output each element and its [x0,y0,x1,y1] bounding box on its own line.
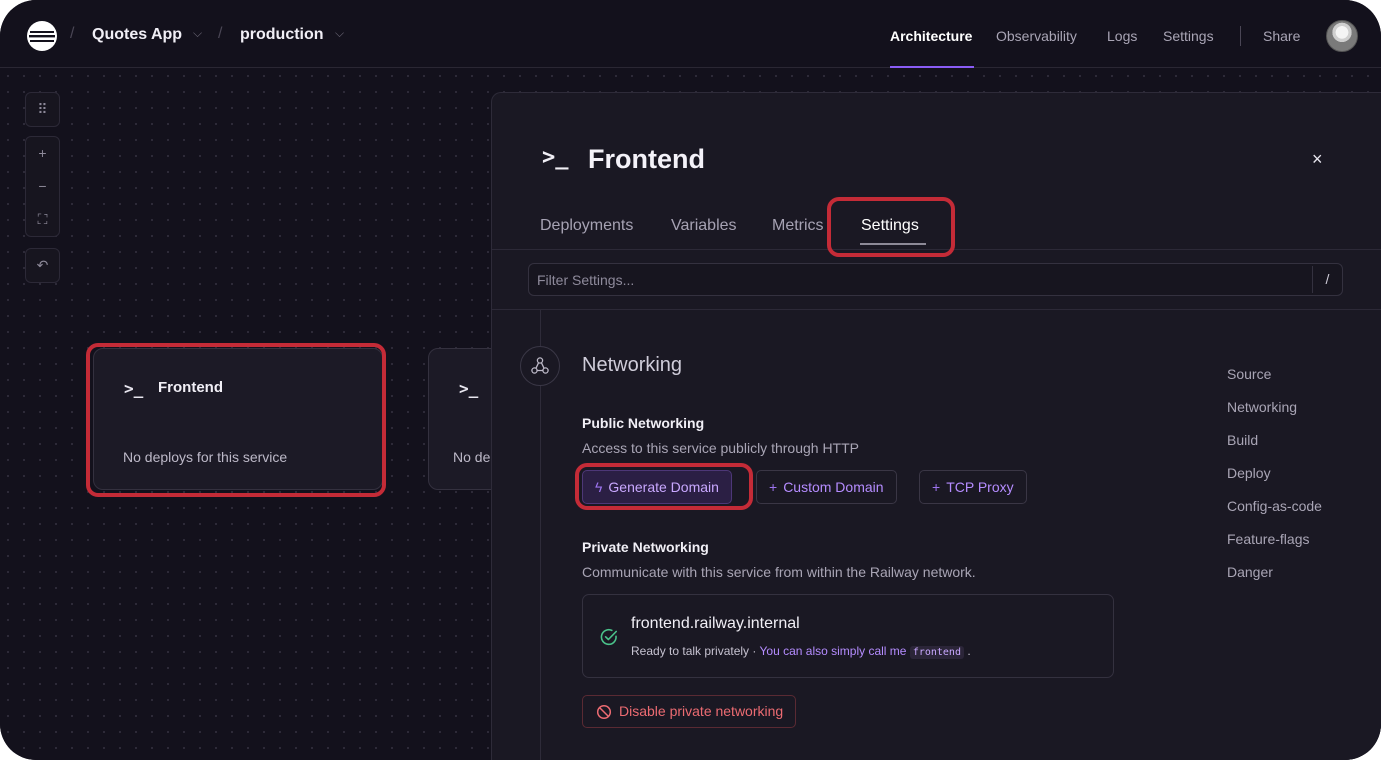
terminal-icon: >_ [542,145,569,170]
network-nodes-icon [531,357,549,374]
divider [492,309,1381,310]
side-nav-danger[interactable]: Danger [1227,564,1273,580]
public-networking-title: Public Networking [582,415,705,431]
side-nav-config-as-code[interactable]: Config-as-code [1227,498,1322,514]
button-label: Disable private networking [619,703,784,719]
disable-private-networking-button[interactable]: Disable private networking [582,695,797,728]
active-tab-indicator [860,243,926,245]
top-bar: / Quotes App ⌵ / production ⌵ Architectu… [0,0,1381,68]
chevron-down-icon[interactable]: ⌵ [193,26,202,41]
share-button[interactable]: Share [1263,28,1300,44]
trailing-text: . [963,644,971,658]
generate-domain-button[interactable]: ϟ Generate Domain [582,470,732,504]
zoom-out-icon[interactable]: − [26,170,59,203]
networking-section-badge [520,346,560,386]
plus-icon: + [769,479,778,495]
fit-view-icon[interactable]: ⛶ [26,203,59,236]
zoom-controls: + − ⛶ [25,136,60,237]
service-card-frontend[interactable]: >_ Frontend No deploys for this service [93,348,383,490]
side-nav-source[interactable]: Source [1227,366,1271,382]
panel-title: Frontend [588,144,705,174]
private-domain-status: Ready to talk privately · You can also s… [631,644,971,659]
private-domain-box: frontend.railway.internal Ready to talk … [582,594,1114,678]
side-nav-build[interactable]: Build [1227,432,1258,448]
status-text: Ready to talk privately · [631,644,760,658]
service-status: No deploys for this service [123,449,288,465]
nav-settings[interactable]: Settings [1163,28,1214,44]
project-name[interactable]: Quotes App [92,26,182,44]
undo-control: ↶ [25,248,60,283]
service-name: Frontend [158,379,223,396]
section-title: Networking [582,354,683,376]
alias-code: frontend [909,646,964,659]
breadcrumb-separator: / [70,25,75,42]
service-panel: >_ Frontend × Deployments Variables Metr… [491,92,1381,760]
nav-observability[interactable]: Observability [996,28,1077,44]
canvas-grid-control: ⠿ [25,92,60,127]
railway-logo-icon[interactable] [26,20,58,52]
tab-deployments[interactable]: Deployments [540,217,633,235]
environment-name[interactable]: production [240,26,324,44]
side-nav-networking[interactable]: Networking [1227,399,1297,415]
public-networking-description: Access to this service publicly through … [582,440,859,456]
tcp-proxy-button[interactable]: + TCP Proxy [919,470,1027,504]
filter-settings-input[interactable] [528,263,1343,296]
button-label: Generate Domain [608,479,719,495]
nav-divider [1240,26,1241,46]
undo-icon[interactable]: ↶ [26,249,59,282]
close-icon[interactable]: × [1312,149,1323,170]
avatar[interactable] [1326,20,1358,52]
tab-settings[interactable]: Settings [861,217,919,235]
divider [492,249,1381,250]
tab-metrics[interactable]: Metrics [772,217,824,235]
button-label: Custom Domain [783,479,884,495]
app-window: / Quotes App ⌵ / production ⌵ Architectu… [0,0,1381,760]
tab-variables[interactable]: Variables [671,217,737,235]
side-nav-feature-flags[interactable]: Feature-flags [1227,531,1309,547]
service-status: No de [453,449,491,465]
block-icon [596,704,612,720]
private-networking-description: Communicate with this service from withi… [582,564,976,580]
button-label: TCP Proxy [946,479,1014,495]
private-domain[interactable]: frontend.railway.internal [631,615,800,633]
grid-icon[interactable]: ⠿ [26,93,59,126]
plus-icon: + [932,479,941,495]
terminal-icon: >_ [459,379,479,398]
custom-domain-button[interactable]: + Custom Domain [756,470,897,504]
nav-architecture[interactable]: Architecture [890,28,972,44]
breadcrumb-separator: / [218,25,223,42]
shortcut-key: / [1312,266,1342,293]
terminal-icon: >_ [124,379,144,398]
zoom-in-icon[interactable]: + [26,137,59,170]
side-nav-deploy[interactable]: Deploy [1227,465,1271,481]
lightning-icon: ϟ [595,479,603,495]
chevron-down-icon[interactable]: ⌵ [335,26,344,41]
check-circle-icon [600,628,617,646]
nav-logs[interactable]: Logs [1107,28,1137,44]
hint-text: You can also simply call me [759,644,910,658]
private-networking-title: Private Networking [582,539,709,555]
